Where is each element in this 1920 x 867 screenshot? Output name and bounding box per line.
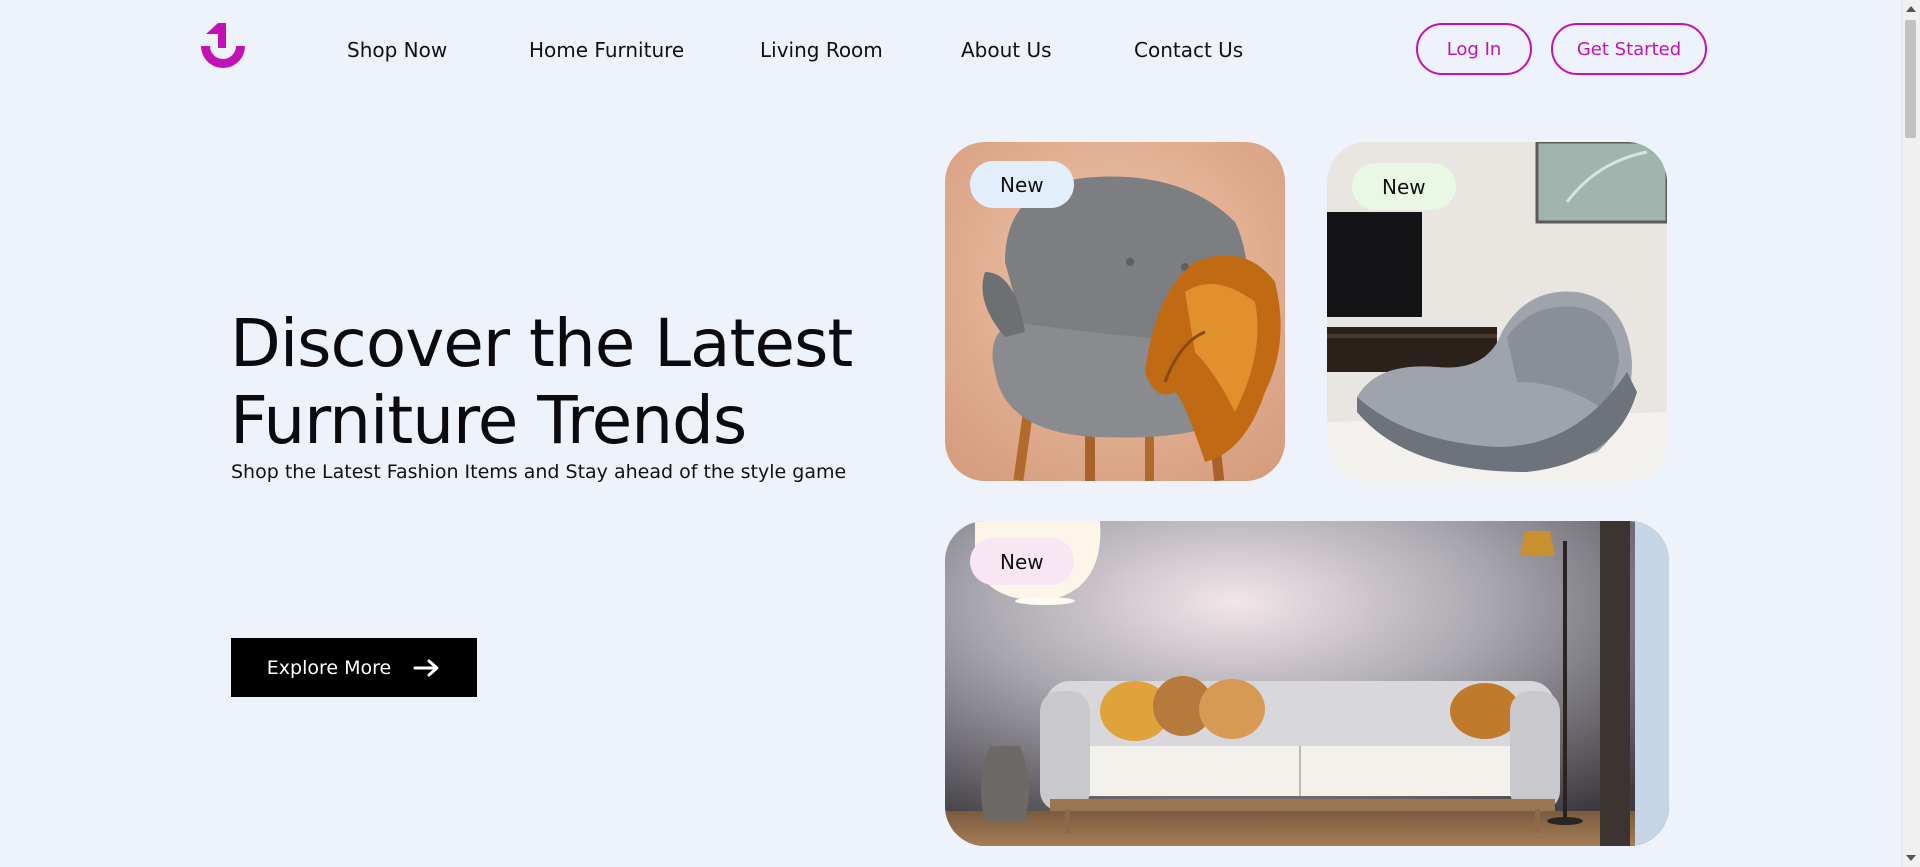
scroll-down-arrow-icon[interactable] — [1906, 855, 1916, 861]
nav-living-room[interactable]: Living Room — [760, 38, 883, 62]
explore-more-button[interactable]: Explore More — [231, 638, 477, 697]
hero-title-line-1: Discover the Latest — [230, 305, 853, 382]
explore-more-label: Explore More — [266, 656, 392, 679]
arrow-right-icon — [413, 659, 439, 676]
product-card-armchair[interactable]: New — [945, 142, 1285, 481]
product-card-sofa[interactable]: New — [945, 521, 1669, 846]
login-button[interactable]: Log In — [1416, 23, 1532, 75]
landing-page: Shop Now Home Furniture Living Room Abou… — [0, 0, 1920, 867]
nav-contact-us[interactable]: Contact Us — [1134, 38, 1243, 62]
hero-title-line-2: Furniture Trends — [230, 382, 747, 459]
product-card-lounge-chair[interactable]: New — [1327, 142, 1667, 481]
new-badge: New — [1352, 163, 1456, 210]
scroll-up-arrow-icon[interactable] — [1906, 6, 1916, 12]
scroll-thumb[interactable] — [1905, 20, 1916, 138]
hero-title: Discover the Latest Furniture Trends — [230, 305, 870, 459]
nav-about-us[interactable]: About Us — [961, 38, 1052, 62]
nav-home-furniture[interactable]: Home Furniture — [529, 38, 684, 62]
hero-subtitle: Shop the Latest Fashion Items and Stay a… — [231, 461, 847, 483]
new-badge: New — [970, 161, 1074, 208]
nav-shop-now[interactable]: Shop Now — [347, 38, 447, 62]
page-scrollbar[interactable] — [1901, 0, 1920, 867]
get-started-button[interactable]: Get Started — [1551, 23, 1707, 75]
brand-logo-icon[interactable] — [196, 20, 250, 74]
new-badge: New — [970, 538, 1074, 585]
